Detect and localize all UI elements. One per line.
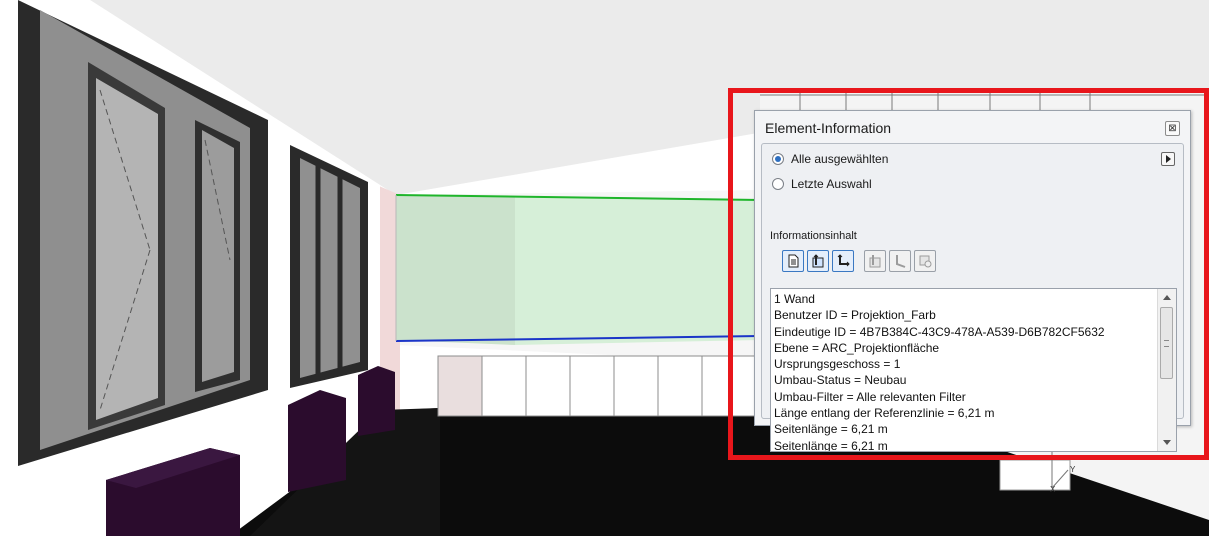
radio-last-selection-label: Letzte Auswahl [791,177,872,191]
info-line: Umbau-Filter = Alle relevanten Filter [774,389,966,404]
radio-last-selection[interactable]: Letzte Auswahl [772,177,872,191]
axis-y-label: Y [1070,465,1076,474]
radiator-2 [288,390,346,492]
projection-shadow [396,195,515,345]
scroll-down-icon[interactable] [1163,440,1171,445]
info-text-box[interactable]: 1 Wand Benutzer ID = Projektion_Farb Ein… [770,288,1177,452]
info-line: 1 Wand [774,292,815,306]
close-icon: ⊠ [1168,123,1177,134]
close-button[interactable]: ⊠ [1165,121,1180,136]
radio-all-selected-label: Alle ausgewählten [791,152,889,166]
panel-title: Element-Information [765,120,892,136]
cabinets [437,355,761,417]
info-line: Seitenlänge = 6,21 m [774,438,888,452]
axis-x-label: X [1050,485,1056,494]
info-line: Länge entlang der Referenzlinie = 6,21 m [774,406,995,421]
radio-checked-icon[interactable] [772,153,784,165]
info-line: Benutzer ID = Projektion_Farb [774,308,936,323]
panel-content: Alle ausgewählten Letzte Auswahl Informa… [761,143,1184,452]
axis-info-icon[interactable] [832,250,854,272]
info-line: Ursprungsgeschoss = 1 [774,357,901,372]
info-line: Umbau-Status = Neubau [774,373,907,388]
info-content-toolbar [782,250,936,272]
element-info-icon[interactable] [807,250,829,272]
info-line: Eindeutige ID = 4B7B384C-43C9-478A-A539-… [774,324,1105,339]
element-information-panel[interactable]: Element-Information ⊠ Alle ausgewählten … [754,110,1191,452]
radio-all-selected[interactable]: Alle ausgewählten [772,152,888,166]
scroll-thumb[interactable] [1160,307,1173,379]
axis-dim-icon[interactable] [889,250,911,272]
info-line: Ebene = ARC_Projektionfläche [774,340,940,355]
document-icon[interactable] [782,250,804,272]
info-line: Seitenlänge = 6,21 m [774,422,888,437]
radio-unchecked-icon[interactable] [772,178,784,190]
projection-surface [515,196,760,345]
info-scrollbar[interactable] [1157,289,1176,451]
scroll-up-icon[interactable] [1163,295,1171,300]
element-info-dim-icon[interactable] [864,250,886,272]
info-lines: 1 Wand Benutzer ID = Projektion_Farb Ein… [774,291,1154,452]
expand-arrow-button[interactable] [1161,152,1175,166]
settings-dim-icon[interactable] [914,250,936,272]
section-label-info-content: Informationsinhalt [770,230,857,242]
radiator-3 [358,366,395,436]
window-2-glass [300,158,360,378]
